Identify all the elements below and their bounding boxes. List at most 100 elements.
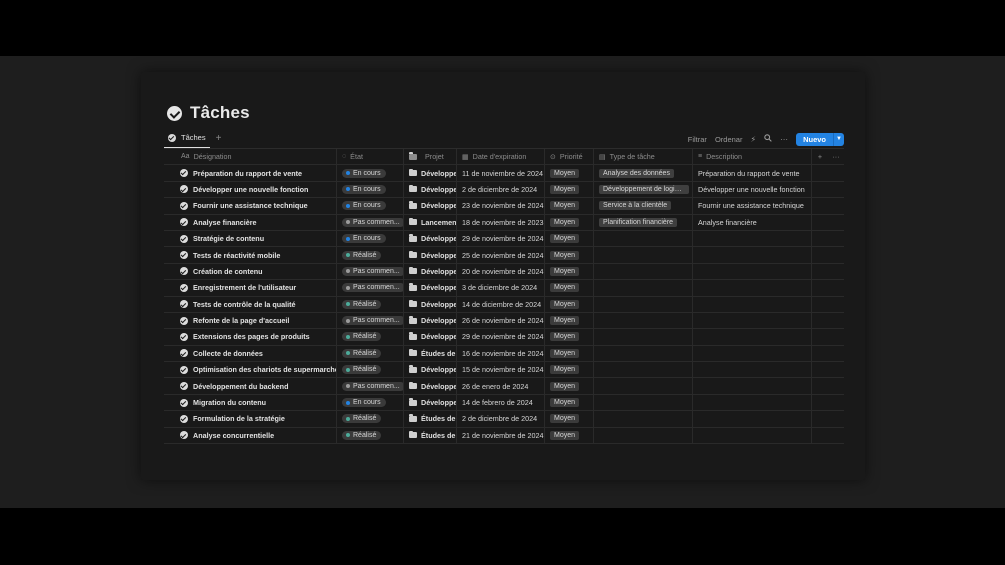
table-row[interactable]: Tests de contrôle de la qualité Réalisé Dé… (164, 296, 844, 313)
table-row[interactable]: Tests de réactivité mobile Réalisé Dévelop… (164, 247, 844, 264)
due-date-cell[interactable]: 16 de noviembre de 2024 (457, 345, 545, 362)
description-cell[interactable] (693, 247, 812, 263)
project-cell[interactable]: Études de m (404, 411, 457, 427)
due-date-cell[interactable]: 2 de diciembre de 2024 (457, 411, 545, 427)
priority-cell[interactable]: Moyen (545, 280, 594, 296)
task-type-cell[interactable] (594, 263, 693, 280)
status-cell[interactable]: Pas commen... (337, 280, 404, 296)
description-cell[interactable] (693, 280, 812, 296)
filter-button[interactable]: Filtrar (688, 135, 707, 144)
task-name-cell[interactable]: Analyse financière (164, 214, 337, 230)
task-name-cell[interactable]: Création de contenu (164, 263, 337, 280)
project-link[interactable]: Développer (421, 332, 456, 341)
priority-cell[interactable]: Moyen (545, 427, 594, 444)
task-type-cell[interactable] (594, 427, 693, 444)
due-date-cell[interactable]: 21 de noviembre de 2024 (457, 427, 545, 444)
task-type-cell[interactable] (594, 378, 693, 394)
status-cell[interactable]: Réalisé (337, 247, 404, 263)
table-row[interactable]: Formulation de la stratégie Réalisé Études… (164, 411, 844, 428)
description-cell[interactable]: Préparation du rapport de vente (693, 165, 812, 181)
project-link[interactable]: Développer (421, 267, 456, 276)
table-row[interactable]: Développer une nouvelle fonction En cours… (164, 181, 844, 199)
task-name-cell[interactable]: Analyse concurrentielle (164, 427, 337, 444)
priority-cell[interactable]: Moyen (545, 247, 594, 263)
due-date-cell[interactable]: 29 de noviembre de 2024 (457, 230, 545, 247)
due-date-cell[interactable]: 11 de noviembre de 2024 (457, 165, 545, 181)
status-cell[interactable]: Pas commen... (337, 263, 404, 280)
project-link[interactable]: Développer (421, 365, 456, 374)
project-link[interactable]: Développer (421, 398, 456, 407)
table-row[interactable]: Extensions des pages de produits Réalisé D… (164, 329, 844, 346)
chevron-down-icon[interactable]: ▼ (833, 132, 844, 146)
project-link[interactable]: Développer (421, 169, 456, 178)
search-icon[interactable] (764, 134, 772, 144)
status-cell[interactable]: Réalisé (337, 296, 404, 312)
more-icon[interactable]: ··· (828, 149, 844, 164)
page-title[interactable]: Tâches (190, 103, 250, 123)
task-type-cell[interactable] (594, 230, 693, 247)
project-link[interactable]: Études de m (421, 414, 456, 423)
status-cell[interactable]: Réalisé (337, 411, 404, 427)
status-cell[interactable]: Pas commen... (337, 312, 404, 329)
priority-cell[interactable]: Moyen (545, 329, 594, 345)
add-column-button[interactable]: + (812, 149, 828, 164)
description-cell[interactable] (693, 378, 812, 394)
more-icon[interactable]: ··· (780, 135, 788, 144)
status-cell[interactable]: Pas commen... (337, 214, 404, 230)
project-cell[interactable]: Développer (404, 280, 457, 296)
priority-cell[interactable]: Moyen (545, 394, 594, 411)
table-row[interactable]: Enregistrement de l'utilisateur Pas comme… (164, 280, 844, 297)
task-type-cell[interactable] (594, 394, 693, 411)
column-header-projet[interactable]: Projet (404, 149, 457, 165)
due-date-cell[interactable]: 14 de febrero de 2024 (457, 394, 545, 411)
task-name-cell[interactable]: Tests de contrôle de la qualité (164, 296, 337, 312)
priority-cell[interactable]: Moyen (545, 345, 594, 362)
description-cell[interactable]: Développer une nouvelle fonction (693, 181, 812, 198)
project-link[interactable]: Développer (421, 382, 456, 391)
task-name-cell[interactable]: Migration du contenu (164, 394, 337, 411)
due-date-cell[interactable]: 15 de noviembre de 2024 (457, 362, 545, 378)
table-row[interactable]: Fournir une assistance technique En cours… (164, 198, 844, 215)
status-cell[interactable]: Réalisé (337, 345, 404, 362)
column-header-description[interactable]: ≡ Description (693, 149, 812, 165)
description-cell[interactable]: Fournir une assistance technique (693, 198, 812, 214)
project-link[interactable]: Développer (421, 201, 456, 210)
priority-cell[interactable]: Moyen (545, 181, 594, 198)
due-date-cell[interactable]: 26 de noviembre de 2024 (457, 312, 545, 329)
task-type-cell[interactable] (594, 329, 693, 345)
table-row[interactable]: Analyse financière Pas commen... Lancement… (164, 214, 844, 231)
status-cell[interactable]: En cours (337, 165, 404, 181)
priority-cell[interactable]: Moyen (545, 230, 594, 247)
priority-cell[interactable]: Moyen (545, 378, 594, 394)
project-link[interactable]: Développer (421, 316, 456, 325)
task-type-cell[interactable] (594, 345, 693, 362)
project-cell[interactable]: Lancement d (404, 214, 457, 230)
project-cell[interactable]: Développer (404, 394, 457, 411)
table-row[interactable]: Migration du contenu En cours Développer 14… (164, 394, 844, 412)
project-link[interactable]: Développer (421, 283, 456, 292)
description-cell[interactable] (693, 296, 812, 312)
description-cell[interactable] (693, 345, 812, 362)
task-name-cell[interactable]: Collecte de données (164, 345, 337, 362)
priority-cell[interactable]: Moyen (545, 411, 594, 427)
status-cell[interactable]: En cours (337, 394, 404, 411)
due-date-cell[interactable]: 14 de diciembre de 2024 (457, 296, 545, 312)
status-cell[interactable]: En cours (337, 181, 404, 198)
project-cell[interactable]: Études de m (404, 345, 457, 362)
task-type-cell[interactable]: Développement de logici... (594, 181, 693, 198)
task-name-cell[interactable]: Tests de réactivité mobile (164, 247, 337, 263)
description-cell[interactable]: Analyse financière (693, 214, 812, 230)
task-name-cell[interactable]: Développer une nouvelle fonction (164, 181, 337, 198)
status-cell[interactable]: Réalisé (337, 362, 404, 378)
column-header-type[interactable]: ▤ Type de tâche (594, 149, 693, 165)
project-link[interactable]: Études de m (421, 431, 456, 440)
column-header-etat[interactable]: ◌ État (337, 149, 404, 165)
project-cell[interactable]: Développer (404, 247, 457, 263)
table-row[interactable]: Analyse concurrentielle Réalisé Études de … (164, 427, 844, 445)
description-cell[interactable] (693, 362, 812, 378)
priority-cell[interactable]: Moyen (545, 165, 594, 181)
project-link[interactable]: Développer (421, 185, 456, 194)
column-header-date[interactable]: ▦ Date d'expiration (457, 149, 545, 165)
description-cell[interactable] (693, 230, 812, 247)
due-date-cell[interactable]: 23 de noviembre de 2024 (457, 198, 545, 214)
